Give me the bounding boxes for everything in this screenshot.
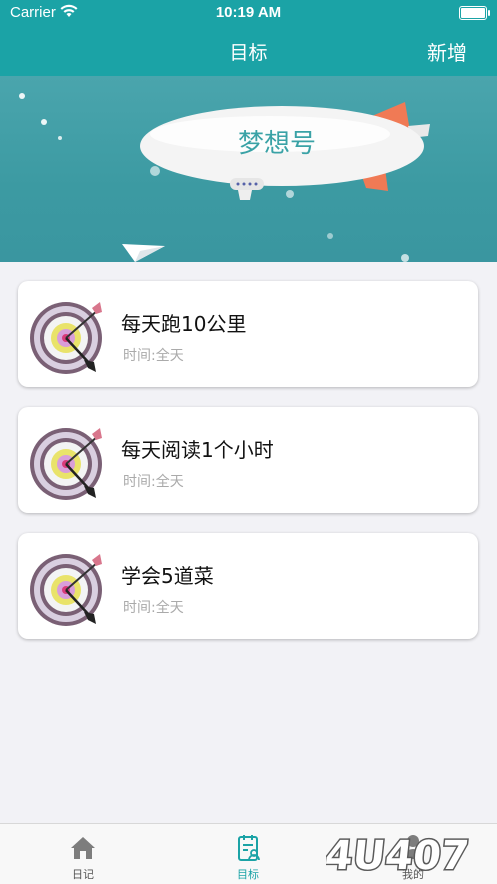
watermark-text: 4U407 bbox=[326, 833, 471, 879]
goal-card[interactable]: 每天阅读1个小时 时间:全天 bbox=[18, 407, 478, 513]
goal-time: 时间:全天 bbox=[123, 600, 184, 616]
status-bar: Carrier 10:19 AM bbox=[0, 0, 497, 26]
tab-goals[interactable]: 目标 bbox=[218, 824, 278, 884]
target-icon bbox=[30, 554, 102, 626]
banner-image: 梦想号 bbox=[0, 76, 497, 262]
goal-title: 学会5道菜 bbox=[121, 564, 214, 588]
goal-time: 时间:全天 bbox=[123, 474, 184, 490]
goal-card[interactable]: 每天跑10公里 时间:全天 bbox=[18, 281, 478, 387]
goal-title: 每天跑10公里 bbox=[121, 312, 247, 336]
battery-icon bbox=[459, 6, 490, 20]
airship-illustration: 梦想号 bbox=[19, 93, 430, 262]
goal-list-icon bbox=[238, 835, 260, 861]
tab-diary[interactable]: 日记 bbox=[53, 824, 113, 884]
home-icon bbox=[71, 837, 95, 859]
watermark-logo: 4U407 bbox=[326, 832, 473, 879]
page-title: 目标 bbox=[229, 42, 268, 64]
tab-label: 目标 bbox=[237, 868, 259, 881]
goal-title: 每天阅读1个小时 bbox=[121, 438, 274, 462]
goal-card[interactable]: 学会5道菜 时间:全天 bbox=[18, 533, 478, 639]
target-icon bbox=[30, 428, 102, 500]
tab-label: 日记 bbox=[72, 868, 94, 881]
airship-text: 梦想号 bbox=[238, 129, 316, 159]
target-icon bbox=[30, 302, 102, 374]
status-time: 10:19 AM bbox=[215, 4, 282, 21]
add-goal-button[interactable]: 新增 bbox=[427, 37, 467, 66]
goal-time: 时间:全天 bbox=[123, 348, 184, 364]
top-bar: Carrier 10:19 AM 目标 新增 bbox=[0, 0, 497, 76]
